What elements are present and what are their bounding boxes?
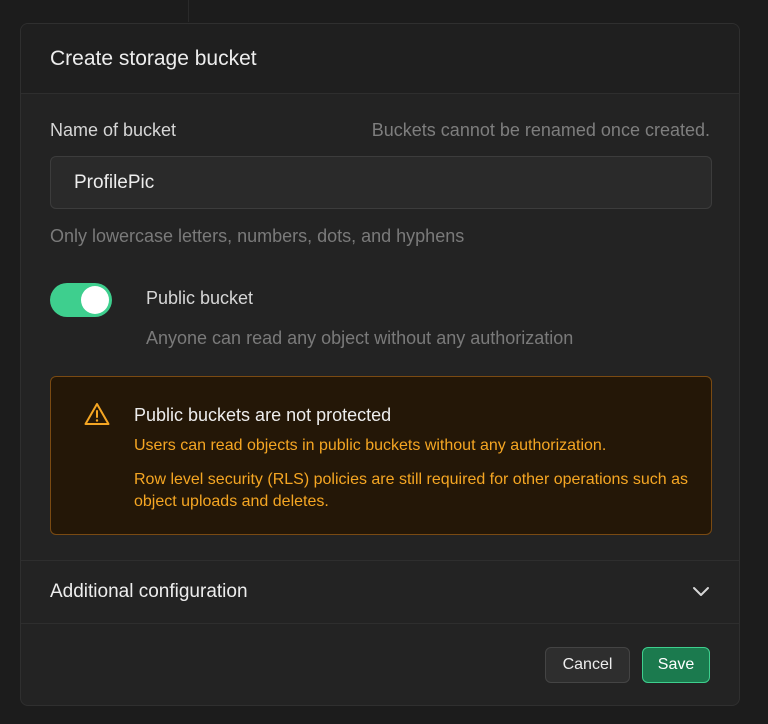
bucket-name-value: ProfilePic (74, 171, 155, 193)
dialog-title: Create storage bucket (50, 46, 257, 70)
dialog-footer: Cancel Save (545, 647, 710, 683)
bucket-name-label: Name of bucket (50, 120, 177, 140)
dialog-header: Create storage bucket (21, 24, 739, 94)
additional-configuration-label: Additional configuration (50, 581, 248, 602)
background-divider (188, 0, 189, 22)
warning-line-1: Users can read objects in public buckets… (134, 437, 607, 454)
name-label-row: Name of bucket Buckets cannot be renamed… (50, 120, 710, 141)
warning-line-2: Row level security (RLS) policies are st… (134, 471, 689, 510)
public-bucket-description: Anyone can read any object without any a… (146, 328, 574, 348)
additional-configuration-toggle[interactable]: Additional configuration (21, 560, 739, 624)
cancel-button[interactable]: Cancel (545, 647, 630, 683)
public-bucket-warning: Public buckets are not protected Users c… (50, 376, 712, 535)
create-bucket-dialog: Create storage bucket Name of bucket Buc… (20, 23, 740, 706)
chevron-down-icon (693, 587, 709, 596)
save-button[interactable]: Save (642, 647, 710, 683)
public-bucket-toggle[interactable] (50, 283, 112, 317)
warning-title: Public buckets are not protected (134, 405, 392, 425)
toggle-knob (81, 286, 109, 314)
bucket-name-input[interactable]: ProfilePic (50, 156, 712, 209)
public-bucket-label: Public bucket (146, 288, 254, 308)
warning-triangle-icon (84, 403, 110, 425)
bucket-name-help: Only lowercase letters, numbers, dots, a… (50, 226, 465, 246)
bucket-name-hint: Buckets cannot be renamed once created. (371, 120, 710, 140)
